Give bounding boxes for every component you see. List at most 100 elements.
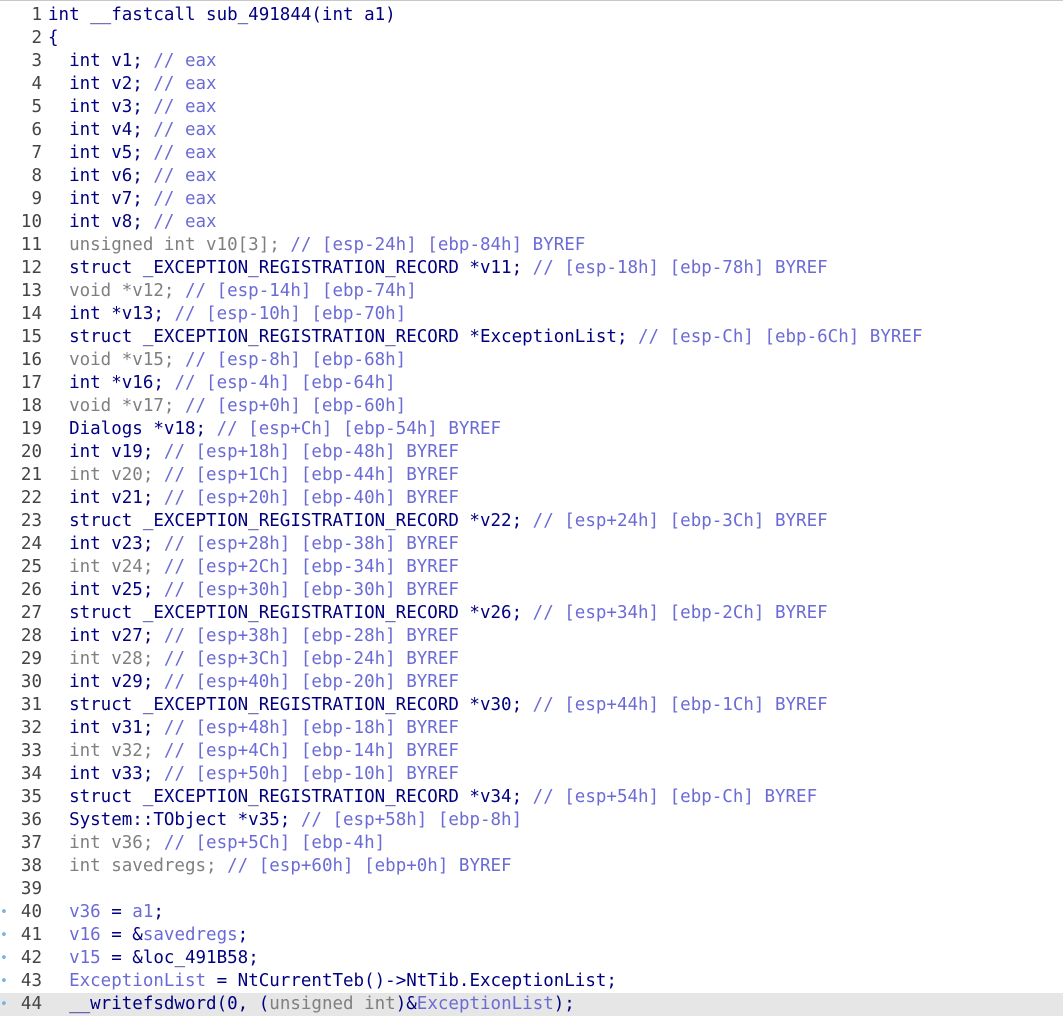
code-text[interactable]: int v21; // [esp+20h] [ebp-40h] BYREF <box>48 487 459 510</box>
code-text[interactable]: int v33; // [esp+50h] [ebp-10h] BYREF <box>48 763 459 786</box>
line-number: 33 <box>20 741 42 761</box>
code-text[interactable]: int savedregs; // [esp+60h] [ebp+0h] BYR… <box>48 855 512 878</box>
code-line-5[interactable]: 5 int v3; // eax <box>0 96 1063 119</box>
line-number: 22 <box>20 488 42 508</box>
code-text[interactable]: int v25; // [esp+30h] [ebp-30h] BYREF <box>48 579 459 602</box>
code-text[interactable]: void *v17; // [esp+0h] [ebp-60h] <box>48 395 406 418</box>
code-line-34[interactable]: 34 int v33; // [esp+50h] [ebp-10h] BYREF <box>0 763 1063 786</box>
code-text[interactable]: int v29; // [esp+40h] [ebp-20h] BYREF <box>48 671 459 694</box>
code-token: unsigned int v10[3]; <box>48 235 291 255</box>
code-text[interactable]: int *v13; // [esp-10h] [ebp-70h] <box>48 303 406 326</box>
code-line-32[interactable]: 32 int v31; // [esp+48h] [ebp-18h] BYREF <box>0 717 1063 740</box>
code-line-9[interactable]: 9 int v7; // eax <box>0 188 1063 211</box>
code-text[interactable]: void *v15; // [esp-8h] [ebp-68h] <box>48 349 406 372</box>
code-text[interactable]: Dialogs *v18; // [esp+Ch] [ebp-54h] BYRE… <box>48 418 501 441</box>
code-line-21[interactable]: 21 int v20; // [esp+1Ch] [ebp-44h] BYREF <box>0 464 1063 487</box>
code-line-37[interactable]: 37 int v36; // [esp+5Ch] [ebp-4h] <box>0 832 1063 855</box>
code-text[interactable]: int v8; // eax <box>48 211 217 234</box>
code-line-42[interactable]: • 42 v15 = &loc_491B58; <box>0 947 1063 970</box>
code-comment: // [esp-10h] [ebp-70h] <box>174 304 407 324</box>
code-token: struct _EXCEPTION_REGISTRATION_RECORD *v… <box>48 695 533 715</box>
code-line-35[interactable]: 35 struct _EXCEPTION_REGISTRATION_RECORD… <box>0 786 1063 809</box>
code-line-8[interactable]: 8 int v6; // eax <box>0 165 1063 188</box>
code-comment: // eax <box>153 189 217 209</box>
code-line-29[interactable]: 29 int v28; // [esp+3Ch] [ebp-24h] BYREF <box>0 648 1063 671</box>
code-text[interactable]: int v7; // eax <box>48 188 217 211</box>
code-line-22[interactable]: 22 int v21; // [esp+20h] [ebp-40h] BYREF <box>0 487 1063 510</box>
code-text[interactable]: void *v12; // [esp-14h] [ebp-74h] <box>48 280 417 303</box>
code-line-28[interactable]: 28 int v27; // [esp+38h] [ebp-28h] BYREF <box>0 625 1063 648</box>
code-text[interactable]: int v32; // [esp+4Ch] [ebp-14h] BYREF <box>48 740 459 763</box>
code-line-18[interactable]: 18 void *v17; // [esp+0h] [ebp-60h] <box>0 395 1063 418</box>
line-number: 20 <box>20 442 42 462</box>
code-text[interactable]: int v6; // eax <box>48 165 217 188</box>
code-line-27[interactable]: 27 struct _EXCEPTION_REGISTRATION_RECORD… <box>0 602 1063 625</box>
code-text[interactable]: int v24; // [esp+2Ch] [ebp-34h] BYREF <box>48 556 459 579</box>
code-line-31[interactable]: 31 struct _EXCEPTION_REGISTRATION_RECORD… <box>0 694 1063 717</box>
code-line-24[interactable]: 24 int v23; // [esp+28h] [ebp-38h] BYREF <box>0 533 1063 556</box>
code-line-44[interactable]: • 44 __writefsdword(0, (unsigned int)&Exc… <box>0 993 1063 1016</box>
code-line-16[interactable]: 16 void *v15; // [esp-8h] [ebp-68h] <box>0 349 1063 372</box>
code-line-19[interactable]: 19 Dialogs *v18; // [esp+Ch] [ebp-54h] B… <box>0 418 1063 441</box>
code-text[interactable]: int v28; // [esp+3Ch] [ebp-24h] BYREF <box>48 648 459 671</box>
code-line-30[interactable]: 30 int v29; // [esp+40h] [ebp-20h] BYREF <box>0 671 1063 694</box>
code-line-38[interactable]: 38 int savedregs; // [esp+60h] [ebp+0h] … <box>0 855 1063 878</box>
code-line-43[interactable]: • 43 ExceptionList = NtCurrentTeb()->NtTi… <box>0 970 1063 993</box>
code-line-6[interactable]: 6 int v4; // eax <box>0 119 1063 142</box>
code-comment: // eax <box>153 120 217 140</box>
code-text[interactable]: v36 = a1; <box>48 901 164 924</box>
code-text[interactable]: int v36; // [esp+5Ch] [ebp-4h] <box>48 832 385 855</box>
code-line-33[interactable]: 33 int v32; // [esp+4Ch] [ebp-14h] BYREF <box>0 740 1063 763</box>
code-text[interactable]: int *v16; // [esp-4h] [ebp-64h] <box>48 372 396 395</box>
code-line-41[interactable]: • 41 v16 = &savedregs; <box>0 924 1063 947</box>
code-text[interactable]: System::TObject *v35; // [esp+58h] [ebp-… <box>48 809 522 832</box>
code-text[interactable]: int v3; // eax <box>48 96 217 119</box>
code-line-1[interactable]: 1 int __fastcall sub_491844(int a1) <box>0 4 1063 27</box>
code-line-2[interactable]: 2{ <box>0 27 1063 50</box>
code-line-4[interactable]: 4 int v2; // eax <box>0 73 1063 96</box>
code-line-25[interactable]: 25 int v24; // [esp+2Ch] [ebp-34h] BYREF <box>0 556 1063 579</box>
code-text[interactable]: struct _EXCEPTION_REGISTRATION_RECORD *E… <box>48 326 922 349</box>
code-line-7[interactable]: 7 int v5; // eax <box>0 142 1063 165</box>
code-text[interactable]: __writefsdword(0, (unsigned int)&Excepti… <box>48 993 575 1016</box>
pseudocode-editor[interactable]: 1 int __fastcall sub_491844(int a1) 2{3 in… <box>0 0 1063 1017</box>
code-text[interactable]: int v5; // eax <box>48 142 217 165</box>
code-text[interactable]: unsigned int v10[3]; // [esp-24h] [ebp-8… <box>48 234 585 257</box>
code-token: = & <box>100 925 143 945</box>
code-line-20[interactable]: 20 int v19; // [esp+18h] [ebp-48h] BYREF <box>0 441 1063 464</box>
code-line-40[interactable]: • 40 v36 = a1; <box>0 901 1063 924</box>
code-text[interactable]: int v2; // eax <box>48 73 217 96</box>
code-line-11[interactable]: 11 unsigned int v10[3]; // [esp-24h] [eb… <box>0 234 1063 257</box>
code-text[interactable]: struct _EXCEPTION_REGISTRATION_RECORD *v… <box>48 786 817 809</box>
line-number: 21 <box>20 465 42 485</box>
code-text[interactable]: { <box>48 27 59 50</box>
code-line-15[interactable]: 15 struct _EXCEPTION_REGISTRATION_RECORD… <box>0 326 1063 349</box>
code-text[interactable]: int v1; // eax <box>48 50 217 73</box>
code-text[interactable]: ExceptionList = NtCurrentTeb()->NtTib.Ex… <box>48 970 617 993</box>
code-line-36[interactable]: 36 System::TObject *v35; // [esp+58h] [e… <box>0 809 1063 832</box>
line-number: 1 <box>31 5 42 25</box>
code-text[interactable]: int v23; // [esp+28h] [ebp-38h] BYREF <box>48 533 459 556</box>
code-text[interactable]: struct _EXCEPTION_REGISTRATION_RECORD *v… <box>48 257 828 280</box>
code-line-10[interactable]: 10 int v8; // eax <box>0 211 1063 234</box>
code-line-3[interactable]: 3 int v1; // eax <box>0 50 1063 73</box>
code-line-17[interactable]: 17 int *v16; // [esp-4h] [ebp-64h] <box>0 372 1063 395</box>
code-line-13[interactable]: 13 void *v12; // [esp-14h] [ebp-74h] <box>0 280 1063 303</box>
code-line-39[interactable]: 39 <box>0 878 1063 901</box>
code-text[interactable]: int v20; // [esp+1Ch] [ebp-44h] BYREF <box>48 464 459 487</box>
code-line-12[interactable]: 12 struct _EXCEPTION_REGISTRATION_RECORD… <box>0 257 1063 280</box>
code-text[interactable]: struct _EXCEPTION_REGISTRATION_RECORD *v… <box>48 602 828 625</box>
code-text[interactable]: int v4; // eax <box>48 119 217 142</box>
code-line-26[interactable]: 26 int v25; // [esp+30h] [ebp-30h] BYREF <box>0 579 1063 602</box>
code-text[interactable]: int v19; // [esp+18h] [ebp-48h] BYREF <box>48 441 459 464</box>
code-line-14[interactable]: 14 int *v13; // [esp-10h] [ebp-70h] <box>0 303 1063 326</box>
code-text[interactable]: v16 = &savedregs; <box>48 924 248 947</box>
code-text[interactable]: int __fastcall sub_491844(int a1) <box>48 4 396 27</box>
code-text[interactable]: int v31; // [esp+48h] [ebp-18h] BYREF <box>48 717 459 740</box>
code-text[interactable]: v15 = &loc_491B58; <box>48 947 259 970</box>
code-text[interactable]: struct _EXCEPTION_REGISTRATION_RECORD *v… <box>48 694 828 717</box>
code-text[interactable]: int v27; // [esp+38h] [ebp-28h] BYREF <box>48 625 459 648</box>
code-text[interactable]: struct _EXCEPTION_REGISTRATION_RECORD *v… <box>48 510 828 533</box>
code-line-23[interactable]: 23 struct _EXCEPTION_REGISTRATION_RECORD… <box>0 510 1063 533</box>
